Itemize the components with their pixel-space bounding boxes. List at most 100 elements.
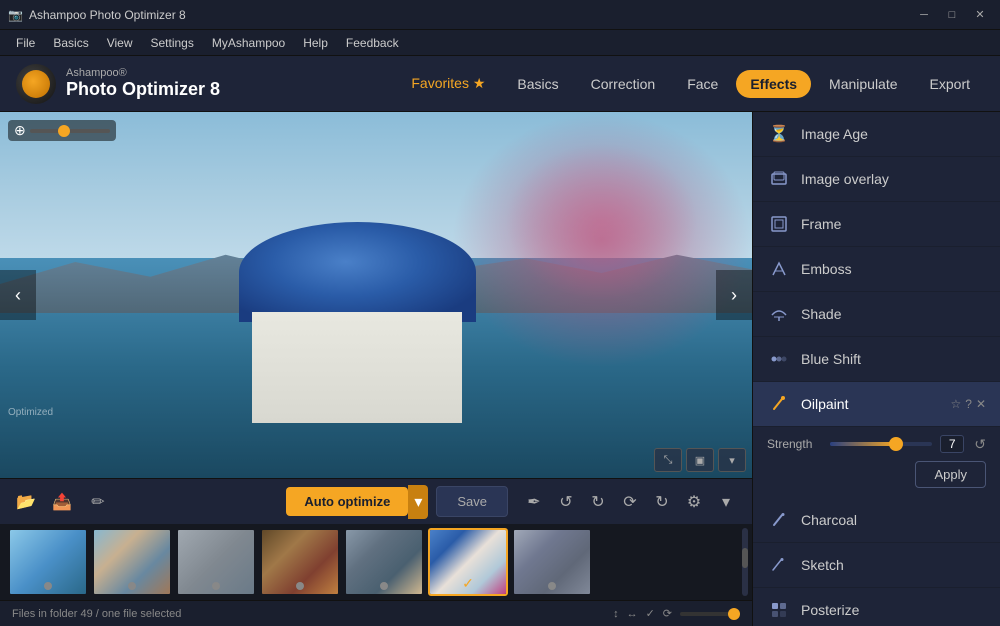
status-slider-thumb [728, 608, 740, 620]
sketch-label: Sketch [801, 557, 986, 573]
menu-help[interactable]: Help [295, 34, 336, 52]
effect-image-overlay[interactable]: Image overlay [753, 157, 1000, 202]
filmstrip-thumb-1[interactable] [8, 528, 88, 596]
strength-value[interactable]: 7 [940, 435, 964, 453]
nav-face[interactable]: Face [673, 70, 732, 98]
image-overlay-icon [767, 167, 791, 191]
oilpaint-help-btn[interactable]: ? [965, 397, 972, 411]
brand: Ashampoo® Photo Optimizer 8 [16, 64, 220, 104]
zoom-out-icon[interactable]: ⊕ [14, 122, 26, 139]
save-button[interactable]: Save [436, 486, 508, 517]
menu-feedback[interactable]: Feedback [338, 34, 407, 52]
effect-oilpaint[interactable]: Oilpaint ☆ ? ✕ [753, 382, 1000, 427]
tool-icon-1[interactable]: ✒ [520, 488, 548, 516]
close-button[interactable]: ✕ [968, 5, 992, 25]
image-corner-buttons: ⤡ ▣ ▾ [654, 448, 746, 472]
apply-row: Apply [753, 457, 1000, 498]
filmstrip-thumb-3[interactable] [176, 528, 256, 596]
header: Ashampoo® Photo Optimizer 8 Favorites ★ … [0, 56, 1000, 112]
effect-sketch[interactable]: Sketch [753, 543, 1000, 588]
filmstrip-thumb-7[interactable] [512, 528, 592, 596]
status-slider[interactable] [680, 612, 740, 616]
nav-effects[interactable]: Effects [736, 70, 811, 98]
filmstrip-thumb-6[interactable]: ✓ [428, 528, 508, 596]
fullscreen-button[interactable]: ⤡ [654, 448, 682, 472]
effect-emboss[interactable]: Emboss [753, 247, 1000, 292]
prev-image-button[interactable]: ‹ [0, 270, 36, 320]
posterize-icon [767, 598, 791, 622]
export-tool-icon[interactable]: 📤 [48, 488, 76, 516]
brand-logo [16, 64, 56, 104]
menubar: File Basics View Settings MyAshampoo Hel… [0, 30, 1000, 56]
nav-export[interactable]: Export [916, 70, 984, 98]
shade-icon [767, 302, 791, 326]
view-mode-button[interactable]: ▣ [686, 448, 714, 472]
app-title: Ashampoo Photo Optimizer 8 [29, 8, 186, 22]
zoom-control[interactable]: ⊕ [8, 120, 116, 141]
emboss-label: Emboss [801, 261, 986, 277]
effect-image-age[interactable]: ⏳ Image Age [753, 112, 1000, 157]
effect-blue-shift[interactable]: Blue Shift [753, 337, 1000, 382]
tool-icon-3[interactable]: ↻ [584, 488, 612, 516]
posterize-label: Posterize [801, 602, 986, 618]
oilpaint-icon [767, 392, 791, 416]
nav-basics[interactable]: Basics [503, 70, 572, 98]
strength-slider-thumb[interactable] [889, 437, 903, 451]
view-options-button[interactable]: ▾ [718, 448, 746, 472]
edit-tool-icon[interactable]: ✏ [84, 488, 112, 516]
main-area: ⊕ ‹ › Optimized ⤡ ▣ ▾ [0, 112, 1000, 626]
effect-posterize[interactable]: Posterize [753, 588, 1000, 626]
strength-reset-btn[interactable]: ↺ [974, 436, 986, 453]
filmstrip: ✓ [0, 524, 752, 600]
tool-icon-4[interactable]: ⟳ [616, 488, 644, 516]
effect-frame[interactable]: Frame [753, 202, 1000, 247]
strength-slider[interactable] [830, 442, 932, 446]
maximize-button[interactable]: □ [940, 5, 964, 25]
strength-slider-fill [830, 442, 896, 446]
status-icon-2[interactable]: ↔ [627, 608, 638, 620]
status-right: ↕ ↔ ✓ ⟳ [613, 607, 740, 620]
right-panel: ⏳ Image Age Image overlay Frame Emboss [752, 112, 1000, 626]
photo-display [0, 112, 752, 478]
filmstrip-thumb-2[interactable] [92, 528, 172, 596]
menu-myashampoo[interactable]: MyAshampoo [204, 34, 293, 52]
nav-correction[interactable]: Correction [577, 70, 670, 98]
filmstrip-thumb-5[interactable] [344, 528, 424, 596]
status-icon-1[interactable]: ↕ [613, 608, 619, 620]
main-nav: Favorites ★ Basics Correction Face Effec… [397, 69, 984, 98]
effect-charcoal[interactable]: Charcoal [753, 498, 1000, 543]
filmstrip-scrollbar[interactable] [742, 528, 748, 596]
menu-file[interactable]: File [8, 34, 43, 52]
tool-icon-2[interactable]: ↺ [552, 488, 580, 516]
blue-shift-label: Blue Shift [801, 351, 986, 367]
settings-tool-icon[interactable]: ⚙ [680, 488, 708, 516]
window-controls: ─ □ ✕ [912, 5, 992, 25]
image-watermark: Optimized [8, 407, 53, 418]
filmstrip-scroll-thumb [742, 548, 748, 568]
photo-dome [226, 222, 489, 423]
status-icon-3[interactable]: ✓ [646, 607, 655, 620]
import-tool-icon[interactable]: 📂 [12, 488, 40, 516]
next-image-button[interactable]: › [716, 270, 752, 320]
auto-optimize-dropdown[interactable]: ▾ [408, 485, 428, 519]
effect-shade[interactable]: Shade [753, 292, 1000, 337]
minimize-button[interactable]: ─ [912, 5, 936, 25]
brand-full-name: Photo Optimizer 8 [66, 79, 220, 100]
menu-basics[interactable]: Basics [45, 34, 96, 52]
filmstrip-thumb-4[interactable] [260, 528, 340, 596]
nav-favorites[interactable]: Favorites ★ [397, 69, 499, 98]
oilpaint-favorite-btn[interactable]: ☆ [950, 397, 961, 411]
more-tool-icon[interactable]: ▾ [712, 488, 740, 516]
oilpaint-actions: ☆ ? ✕ [950, 397, 986, 411]
tool-icon-5[interactable]: ↻ [648, 488, 676, 516]
menu-view[interactable]: View [99, 34, 141, 52]
thumb-dot-5 [380, 582, 388, 590]
bottom-toolbar: 📂 📤 ✏ Auto optimize ▾ Save ✒ ↺ ↻ ⟳ ↻ ⚙ ▾ [0, 478, 752, 524]
oilpaint-close-btn[interactable]: ✕ [976, 397, 986, 411]
zoom-slider[interactable] [30, 129, 110, 133]
menu-settings[interactable]: Settings [142, 34, 201, 52]
apply-button[interactable]: Apply [915, 461, 986, 488]
auto-optimize-button[interactable]: Auto optimize [286, 487, 408, 516]
status-icon-4[interactable]: ⟳ [663, 607, 672, 620]
nav-manipulate[interactable]: Manipulate [815, 70, 912, 98]
